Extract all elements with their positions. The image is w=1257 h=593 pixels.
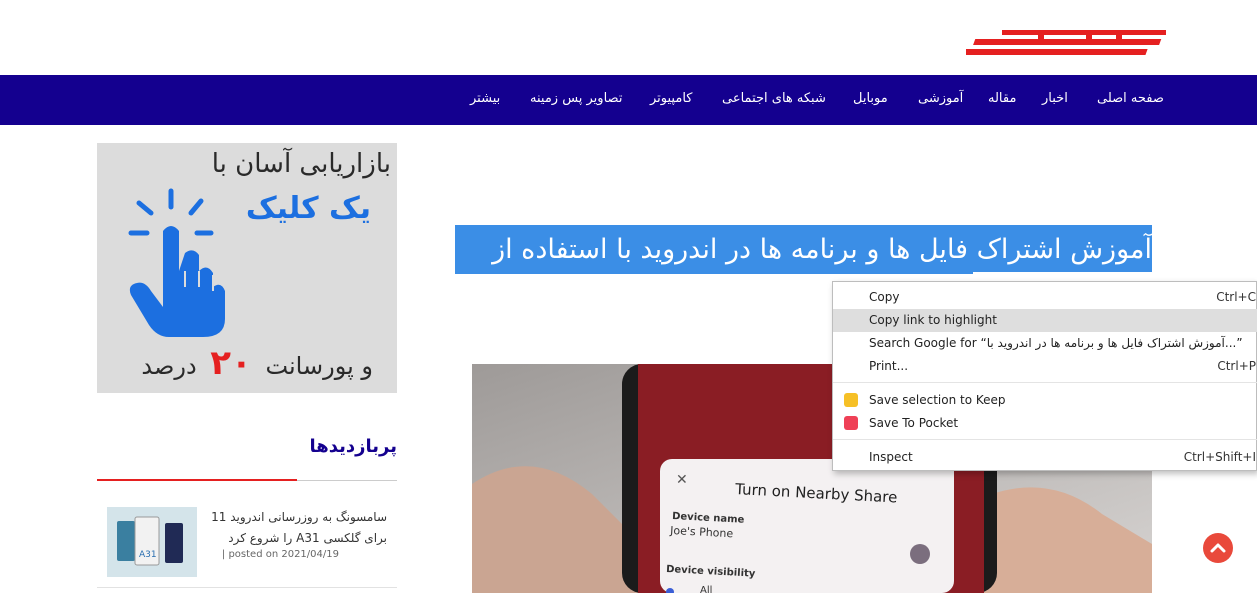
menu-item-inspect[interactable]: Inspect Ctrl+Shift+I <box>833 446 1257 469</box>
ad-banner[interactable]: بازاریابی آسان با یک کلیک و پورسانت ۲۰ د… <box>97 143 397 393</box>
menu-item-search-google[interactable]: Search Google for “آموزش اشتراک فایل ها … <box>833 332 1257 355</box>
keep-icon <box>844 393 858 407</box>
site-logo[interactable] <box>955 26 1166 58</box>
nav-item-articles[interactable]: مقاله <box>988 91 1016 106</box>
ad-line-3: و پورسانت ۲۰ درصد <box>141 343 373 383</box>
nav-item-more[interactable]: بیشتر <box>470 91 500 106</box>
most-viewed-title: پربازدیدها <box>309 436 397 457</box>
main-nav: صفحه اصلی اخبار مقاله آموزشی موبایل شبکه… <box>0 75 1257 125</box>
ad-percent-number: ۲۰ <box>210 343 252 383</box>
menu-item-shortcut: Ctrl+C <box>1216 290 1256 304</box>
page: صفحه اصلی اخبار مقاله آموزشی موبایل شبکه… <box>0 0 1257 593</box>
ad-line-3-text: و پورسانت <box>265 352 373 380</box>
menu-item-shortcut: Ctrl+Shift+I <box>1183 450 1256 464</box>
menu-item-copy[interactable]: Copy Ctrl+C <box>833 286 1257 309</box>
title-underline <box>97 479 297 481</box>
menu-item-label: Save selection to Keep <box>869 393 1006 407</box>
thumb-label: A31 <box>139 550 157 560</box>
nav-item-wallpapers[interactable]: تصاویر پس زمینه <box>530 91 622 106</box>
menu-item-save-to-keep[interactable]: Save selection to Keep <box>833 389 1257 412</box>
menu-item-label: Copy link to highlight <box>869 313 997 327</box>
nav-item-computer[interactable]: کامپیوتر <box>650 91 692 106</box>
nav-item-news[interactable]: اخبار <box>1042 91 1068 106</box>
ad-line-1: بازاریابی آسان با <box>211 149 391 179</box>
menu-separator <box>833 382 1257 383</box>
menu-item-shortcut: Ctrl+P <box>1217 359 1256 373</box>
nav-item-home[interactable]: صفحه اصلی <box>1097 91 1164 106</box>
scroll-to-top-button[interactable] <box>1203 533 1233 563</box>
menu-item-label: Print... <box>869 359 909 373</box>
ad-line-2: یک کلیک <box>245 191 371 226</box>
ad-line-3-suffix: درصد <box>141 352 197 380</box>
nav-item-mobile[interactable]: موبایل <box>853 91 888 106</box>
post-title[interactable]: سامسونگ به روزرسانی اندروید 11 برای گلکس… <box>205 507 387 549</box>
menu-item-label: Copy <box>869 290 900 304</box>
menu-item-print[interactable]: Print... Ctrl+P <box>833 355 1257 378</box>
post-date: | posted on 2021/04/19 <box>221 549 339 560</box>
article-title[interactable]: آموزش اشتراک فایل ها و برنامه ها در اندر… <box>455 227 1152 273</box>
menu-item-label: Search Google for “آموزش اشتراک فایل ها … <box>869 336 1243 350</box>
svg-text:✕: ✕ <box>676 472 688 488</box>
nav-item-social[interactable]: شبکه های اجتماعی <box>722 91 826 106</box>
post-thumbnail[interactable]: A31 <box>107 507 197 577</box>
menu-item-label: Inspect <box>869 450 913 464</box>
nav-item-tutorials[interactable]: آموزشی <box>918 91 963 106</box>
chevron-up-icon <box>1210 543 1226 553</box>
context-menu: Copy Ctrl+C Copy link to highlight Searc… <box>832 281 1257 471</box>
menu-item-save-to-pocket[interactable]: Save To Pocket <box>833 412 1257 435</box>
pocket-icon <box>844 416 858 430</box>
divider <box>97 587 397 588</box>
menu-item-label: Save To Pocket <box>869 416 959 430</box>
menu-item-copy-link-to-highlight[interactable]: Copy link to highlight <box>833 309 1257 332</box>
device-visibility-value: All <box>700 585 712 593</box>
menu-separator <box>833 439 1257 440</box>
pointing-hand-icon <box>128 188 225 337</box>
